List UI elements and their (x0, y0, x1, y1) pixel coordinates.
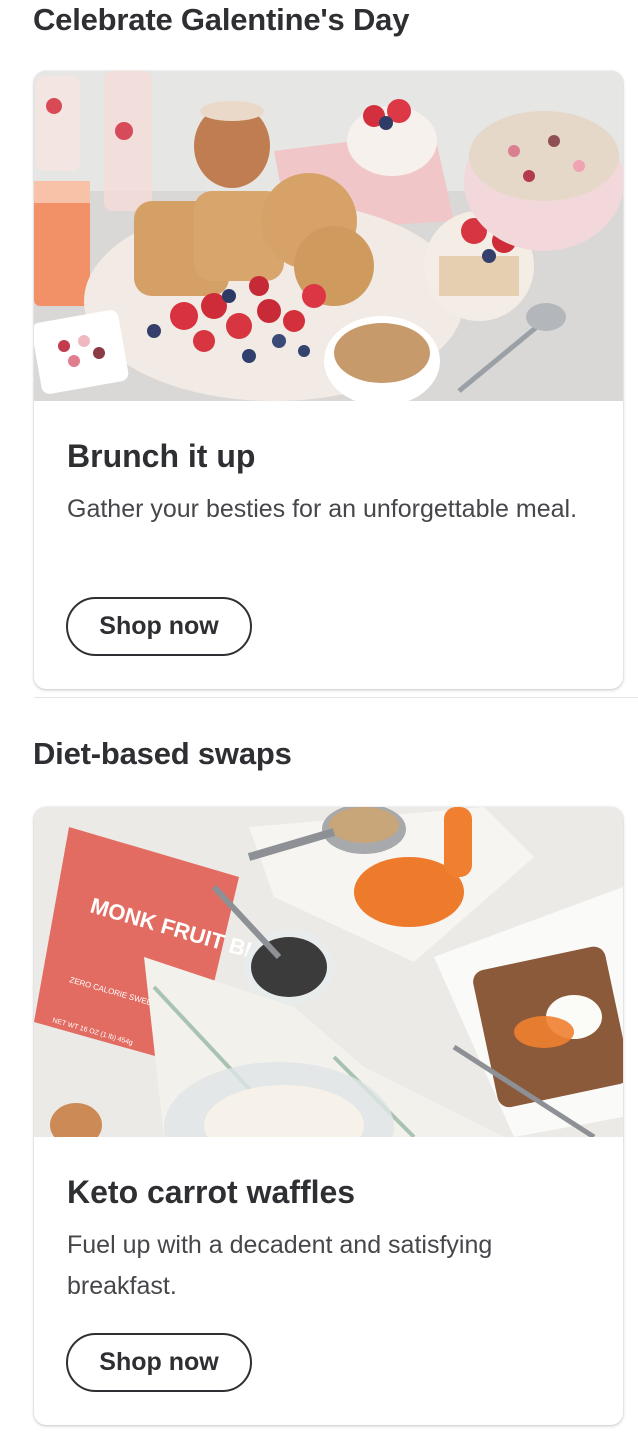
brunch-card-description: Gather your besties for an unforgettable… (67, 495, 578, 523)
shop-now-button-brunch[interactable]: Shop now (66, 597, 252, 656)
brunch-card-title: Brunch it up (67, 438, 256, 474)
shop-now-button-keto[interactable]: Shop now (66, 1333, 252, 1392)
brunch-photo[interactable] (34, 71, 623, 401)
section-title-diet-swaps: Diet-based swaps (33, 736, 292, 771)
section-title-galentines: Celebrate Galentine's Day (33, 2, 410, 37)
keto-waffles-photo[interactable]: MONK FRUIT BLEND ZERO CALORIE SWEETENER … (34, 807, 623, 1137)
keto-card[interactable]: MONK FRUIT BLEND ZERO CALORIE SWEETENER … (34, 807, 623, 1425)
section-divider (34, 697, 638, 698)
brunch-card[interactable]: Brunch it up Gather your besties for an … (34, 71, 623, 689)
keto-card-description: Fuel up with a decadent and satisfying b… (67, 1231, 493, 1300)
keto-card-title: Keto carrot waffles (67, 1174, 356, 1210)
